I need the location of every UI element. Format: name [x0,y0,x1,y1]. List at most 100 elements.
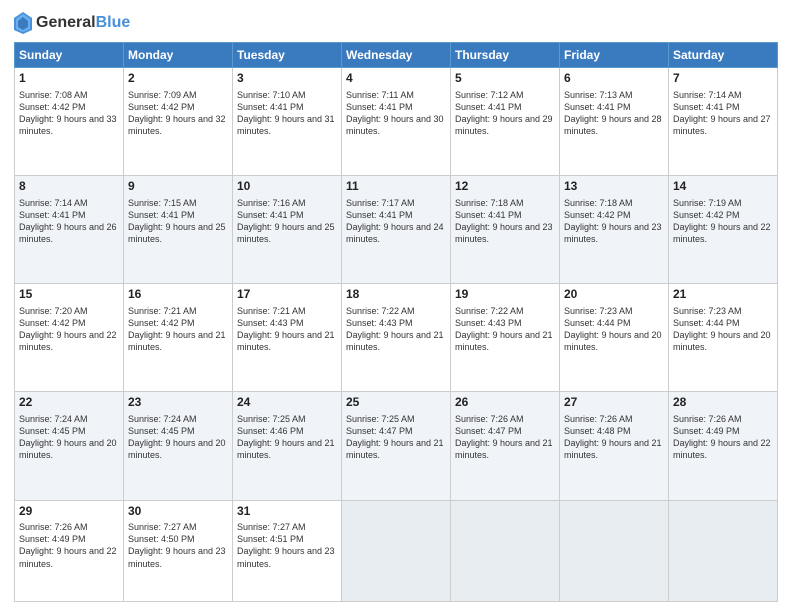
calendar-week-row: 15 Sunrise: 7:20 AMSunset: 4:42 PMDayligh… [15,284,778,392]
day-info: Sunrise: 7:27 AMSunset: 4:51 PMDaylight:… [237,521,337,570]
calendar-day-cell: 2 Sunrise: 7:09 AMSunset: 4:42 PMDaylight… [124,68,233,176]
calendar-day-cell: 19 Sunrise: 7:22 AMSunset: 4:43 PMDayligh… [451,284,560,392]
day-info: Sunrise: 7:26 AMSunset: 4:49 PMDaylight:… [673,413,773,462]
day-number: 20 [564,287,664,303]
day-number: 29 [19,504,119,520]
day-info: Sunrise: 7:14 AMSunset: 4:41 PMDaylight:… [19,197,119,246]
logo: GeneralBlue [14,12,130,34]
calendar-day-cell: 21 Sunrise: 7:23 AMSunset: 4:44 PMDayligh… [669,284,778,392]
weekday-header-wednesday: Wednesday [342,43,451,68]
calendar-day-cell: 20 Sunrise: 7:23 AMSunset: 4:44 PMDayligh… [560,284,669,392]
calendar-day-cell [451,500,560,601]
day-info: Sunrise: 7:19 AMSunset: 4:42 PMDaylight:… [673,197,773,246]
day-number: 21 [673,287,773,303]
calendar-day-cell: 6 Sunrise: 7:13 AMSunset: 4:41 PMDaylight… [560,68,669,176]
weekday-header-row: SundayMondayTuesdayWednesdayThursdayFrid… [15,43,778,68]
day-number: 16 [128,287,228,303]
day-info: Sunrise: 7:12 AMSunset: 4:41 PMDaylight:… [455,89,555,138]
calendar-day-cell: 9Sunrise: 7:15 AMSunset: 4:41 PMDaylight… [124,176,233,284]
day-info: Sunrise: 7:27 AMSunset: 4:50 PMDaylight:… [128,521,228,570]
day-info: Sunrise: 7:22 AMSunset: 4:43 PMDaylight:… [455,305,555,354]
calendar-day-cell: 24 Sunrise: 7:25 AMSunset: 4:46 PMDayligh… [233,392,342,500]
day-info: Sunrise: 7:11 AMSunset: 4:41 PMDaylight:… [346,89,446,138]
day-info: Sunrise: 7:18 AMSunset: 4:41 PMDaylight:… [455,197,555,246]
calendar-day-cell: 17 Sunrise: 7:21 AMSunset: 4:43 PMDayligh… [233,284,342,392]
day-number: 22 [19,395,119,411]
calendar-day-cell: 25Sunrise: 7:25 AMSunset: 4:47 PMDayligh… [342,392,451,500]
calendar-day-cell: 5 Sunrise: 7:12 AMSunset: 4:41 PMDaylight… [451,68,560,176]
day-info: Sunrise: 7:09 AMSunset: 4:42 PMDaylight:… [128,89,228,138]
day-info: Sunrise: 7:21 AMSunset: 4:42 PMDaylight:… [128,305,228,354]
calendar-day-cell: 12 Sunrise: 7:18 AMSunset: 4:41 PMDayligh… [451,176,560,284]
calendar-day-cell: 30Sunrise: 7:27 AMSunset: 4:50 PMDayligh… [124,500,233,601]
day-number: 17 [237,287,337,303]
day-info: Sunrise: 7:24 AMSunset: 4:45 PMDaylight:… [19,413,119,462]
calendar-day-cell: 16 Sunrise: 7:21 AMSunset: 4:42 PMDayligh… [124,284,233,392]
day-info: Sunrise: 7:23 AMSunset: 4:44 PMDaylight:… [564,305,664,354]
day-info: Sunrise: 7:10 AMSunset: 4:41 PMDaylight:… [237,89,337,138]
day-info: Sunrise: 7:13 AMSunset: 4:41 PMDaylight:… [564,89,664,138]
day-info: Sunrise: 7:22 AMSunset: 4:43 PMDaylight:… [346,305,446,354]
day-number: 25 [346,395,446,411]
calendar-table: SundayMondayTuesdayWednesdayThursdayFrid… [14,42,778,602]
logo-general: General [36,14,96,31]
day-number: 11 [346,179,446,195]
calendar-day-cell [669,500,778,601]
calendar-day-cell: 27Sunrise: 7:26 AMSunset: 4:48 PMDayligh… [560,392,669,500]
weekday-header-tuesday: Tuesday [233,43,342,68]
calendar-day-cell: 23 Sunrise: 7:24 AMSunset: 4:45 PMDayligh… [124,392,233,500]
day-info: Sunrise: 7:20 AMSunset: 4:42 PMDaylight:… [19,305,119,354]
day-number: 10 [237,179,337,195]
day-number: 12 [455,179,555,195]
day-number: 8 [19,179,119,195]
day-number: 15 [19,287,119,303]
calendar-day-cell: 22 Sunrise: 7:24 AMSunset: 4:45 PMDayligh… [15,392,124,500]
calendar-day-cell: 28 Sunrise: 7:26 AMSunset: 4:49 PMDayligh… [669,392,778,500]
calendar-day-cell [560,500,669,601]
logo-blue: Blue [96,14,131,31]
day-number: 27 [564,395,664,411]
weekday-header-saturday: Saturday [669,43,778,68]
calendar-day-cell: 14Sunrise: 7:19 AMSunset: 4:42 PMDayligh… [669,176,778,284]
calendar-day-cell: 4 Sunrise: 7:11 AMSunset: 4:41 PMDaylight… [342,68,451,176]
calendar-container: GeneralBlue SundayMondayTuesdayWednesday… [0,0,792,612]
day-number: 31 [237,504,337,520]
day-number: 4 [346,71,446,87]
calendar-day-cell [342,500,451,601]
day-info: Sunrise: 7:23 AMSunset: 4:44 PMDaylight:… [673,305,773,354]
calendar-week-row: 29Sunrise: 7:26 AMSunset: 4:49 PMDayligh… [15,500,778,601]
logo-icon [14,12,32,34]
day-number: 28 [673,395,773,411]
day-info: Sunrise: 7:21 AMSunset: 4:43 PMDaylight:… [237,305,337,354]
day-number: 1 [19,71,119,87]
day-number: 9 [128,179,228,195]
calendar-week-row: 22 Sunrise: 7:24 AMSunset: 4:45 PMDayligh… [15,392,778,500]
day-number: 24 [237,395,337,411]
calendar-day-cell: 1 Sunrise: 7:08 AMSunset: 4:42 PMDaylight… [15,68,124,176]
weekday-header-sunday: Sunday [15,43,124,68]
day-number: 23 [128,395,228,411]
day-info: Sunrise: 7:24 AMSunset: 4:45 PMDaylight:… [128,413,228,462]
day-info: Sunrise: 7:18 AMSunset: 4:42 PMDaylight:… [564,197,664,246]
calendar-day-cell: 7Sunrise: 7:14 AMSunset: 4:41 PMDaylight… [669,68,778,176]
calendar-day-cell: 29Sunrise: 7:26 AMSunset: 4:49 PMDayligh… [15,500,124,601]
day-info: Sunrise: 7:17 AMSunset: 4:41 PMDaylight:… [346,197,446,246]
day-info: Sunrise: 7:26 AMSunset: 4:47 PMDaylight:… [455,413,555,462]
day-number: 6 [564,71,664,87]
day-info: Sunrise: 7:16 AMSunset: 4:41 PMDaylight:… [237,197,337,246]
calendar-day-cell: 31Sunrise: 7:27 AMSunset: 4:51 PMDayligh… [233,500,342,601]
day-number: 19 [455,287,555,303]
calendar-day-cell: 13Sunrise: 7:18 AMSunset: 4:42 PMDayligh… [560,176,669,284]
calendar-day-cell: 26Sunrise: 7:26 AMSunset: 4:47 PMDayligh… [451,392,560,500]
day-info: Sunrise: 7:25 AMSunset: 4:46 PMDaylight:… [237,413,337,462]
calendar-day-cell: 3 Sunrise: 7:10 AMSunset: 4:41 PMDaylight… [233,68,342,176]
weekday-header-thursday: Thursday [451,43,560,68]
day-number: 2 [128,71,228,87]
day-number: 18 [346,287,446,303]
calendar-week-row: 1 Sunrise: 7:08 AMSunset: 4:42 PMDaylight… [15,68,778,176]
calendar-day-cell: 10 Sunrise: 7:16 AMSunset: 4:41 PMDayligh… [233,176,342,284]
day-info: Sunrise: 7:14 AMSunset: 4:41 PMDaylight:… [673,89,773,138]
day-info: Sunrise: 7:08 AMSunset: 4:42 PMDaylight:… [19,89,119,138]
day-number: 5 [455,71,555,87]
day-number: 3 [237,71,337,87]
